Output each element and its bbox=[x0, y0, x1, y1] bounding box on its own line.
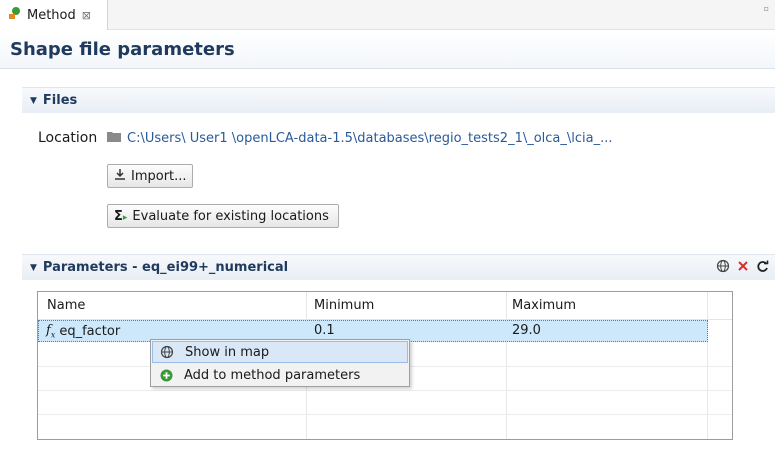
menu-item-add-to-method-parameters[interactable]: Add to method parameters bbox=[152, 364, 408, 386]
parameter-maximum[interactable]: 29.0 bbox=[512, 323, 541, 338]
location-value: C:\Users\ User1 \openLCA-data-1.5\databa… bbox=[107, 130, 613, 146]
expand-triangle-icon[interactable]: ▼ bbox=[30, 96, 37, 106]
column-header-name[interactable]: Name bbox=[47, 298, 85, 313]
menu-item-label: Show in map bbox=[185, 344, 270, 360]
add-icon bbox=[158, 369, 174, 382]
column-header-maximum[interactable]: Maximum bbox=[512, 298, 576, 313]
row-divider bbox=[38, 390, 732, 391]
parameters-section-title: Parameters - eq_ei99+_numerical bbox=[42, 260, 289, 275]
close-icon[interactable]: ⊠ bbox=[82, 9, 91, 22]
evaluate-button-label: Evaluate for existing locations bbox=[132, 208, 329, 224]
location-label: Location bbox=[38, 130, 98, 146]
parameter-name: eq_factor bbox=[59, 323, 121, 339]
row-divider bbox=[38, 414, 732, 415]
files-section-title: Files bbox=[42, 93, 78, 108]
column-header-minimum[interactable]: Minimum bbox=[314, 298, 374, 313]
minimize-icon[interactable]: ▫ bbox=[764, 4, 769, 13]
parameter-minimum[interactable]: 0.1 bbox=[314, 323, 335, 338]
evaluate-button[interactable]: Σ▸ Evaluate for existing locations bbox=[107, 204, 339, 228]
table-header: Name Minimum Maximum bbox=[38, 292, 732, 320]
menu-item-show-in-map[interactable]: Show in map bbox=[152, 341, 408, 363]
menu-item-label: Add to method parameters bbox=[184, 367, 361, 383]
import-icon bbox=[114, 168, 126, 184]
row-name-cell[interactable]: fx eq_factor bbox=[46, 323, 120, 340]
context-menu: Show in map Add to method parameters bbox=[150, 339, 410, 387]
formula-icon: fx bbox=[46, 323, 56, 340]
expand-triangle-icon[interactable]: ▼ bbox=[30, 263, 37, 273]
method-icon bbox=[8, 6, 22, 24]
tab-method[interactable]: Method ⊠ bbox=[0, 0, 108, 30]
page-title: Shape file parameters bbox=[10, 39, 235, 60]
section-toolbar bbox=[716, 259, 769, 277]
location-path[interactable]: C:\Users\ User1 \openLCA-data-1.5\databa… bbox=[127, 131, 613, 146]
import-button-label: Import... bbox=[131, 168, 187, 184]
sigma-icon: Σ▸ bbox=[114, 208, 128, 224]
refresh-icon[interactable] bbox=[756, 260, 769, 277]
globe-icon bbox=[159, 345, 175, 359]
form-header: Shape file parameters bbox=[0, 31, 775, 69]
tab-label: Method bbox=[27, 7, 76, 23]
files-section-header[interactable]: ▼ Files bbox=[22, 87, 775, 113]
editor-tab-bar: Method ⊠ ▫ bbox=[0, 0, 775, 30]
parameters-section-header[interactable]: ▼ Parameters - eq_ei99+_numerical bbox=[22, 254, 775, 280]
import-button[interactable]: Import... bbox=[107, 164, 193, 188]
globe-icon[interactable] bbox=[716, 259, 730, 277]
delete-icon[interactable] bbox=[737, 260, 749, 276]
folder-icon bbox=[107, 130, 121, 146]
